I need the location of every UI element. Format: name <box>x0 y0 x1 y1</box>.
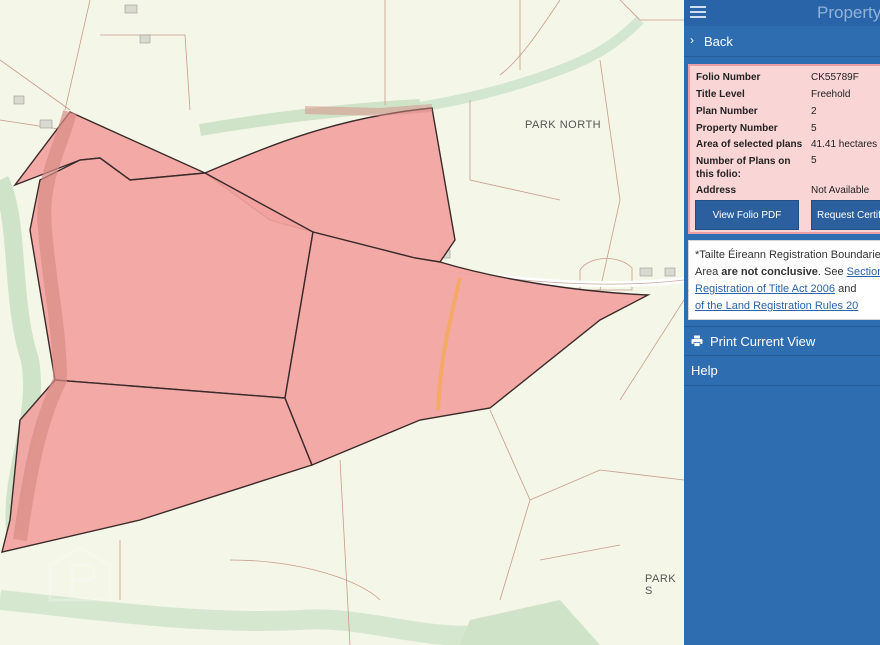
plan-number-label: Plan Number <box>696 106 758 117</box>
area-value: 41.41 hectares <box>811 139 878 150</box>
printer-icon <box>691 335 703 347</box>
disclaimer-text: . See <box>817 266 847 278</box>
plans-count-row: Number of Plans on this folio: 5 <box>696 155 880 185</box>
print-current-view-button[interactable]: Print Current View <box>684 328 880 356</box>
request-certificate-button[interactable]: Request Certif <box>811 200 880 230</box>
registration-act-link[interactable]: Registration of Title Act 2006 <box>695 283 835 295</box>
place-label-park-north: PARK NORTH <box>525 119 602 131</box>
back-label: Back <box>704 34 733 49</box>
folio-number-label: Folio Number <box>696 72 761 83</box>
disclaimer-line-3: Registration of Title Act 2006 and <box>695 281 880 298</box>
divider <box>684 326 880 327</box>
disclaimer-line-4: of the Land Registration Rules 20 <box>695 298 880 315</box>
help-label: Help <box>691 363 718 378</box>
disclaimer-box: *Tailte Éireann Registration Boundaries … <box>688 240 880 320</box>
plans-count-value: 5 <box>811 155 817 166</box>
disclaimer-bold: are not conclusive <box>721 266 818 278</box>
print-label: Print Current View <box>710 334 816 349</box>
folio-number-value: CK55789F <box>811 72 859 83</box>
property-number-label: Property Number <box>696 123 778 134</box>
address-label: Address <box>696 185 737 196</box>
panel-header: Property <box>684 0 880 26</box>
disclaimer-line-2: Area are not conclusive. See Section <box>695 264 880 281</box>
plan-number-value: 2 <box>811 106 817 117</box>
disclaimer-line-1: *Tailte Éireann Registration Boundaries <box>695 249 880 261</box>
section-link[interactable]: Section <box>847 266 880 278</box>
title-level-value: Freehold <box>811 89 851 100</box>
folio-info-box: Folio Number CK55789F Title Level Freeho… <box>688 64 880 234</box>
property-panel: Property › Back Folio Number CK55789F Ti… <box>684 0 880 645</box>
title-level-label: Title Level <box>696 89 745 100</box>
help-menu-item[interactable]: Help <box>684 357 880 385</box>
hamburger-icon[interactable] <box>690 4 706 18</box>
address-value: Not Available <box>811 185 870 196</box>
view-folio-pdf-button[interactable]: View Folio PDF <box>695 200 799 230</box>
back-button[interactable]: › Back <box>684 26 880 57</box>
land-registration-rules-link[interactable]: of the Land Registration Rules 20 <box>695 300 858 312</box>
map-view[interactable]: PARK NORTH PARK S <box>0 0 684 645</box>
property-number-value: 5 <box>811 123 817 134</box>
area-label: Area of selected plans <box>696 139 803 150</box>
place-label-park-south: PARK S <box>645 573 677 597</box>
chevron-right-icon: › <box>690 33 694 47</box>
plans-count-label: Number of Plans on this folio: <box>696 156 791 180</box>
divider <box>684 385 880 386</box>
disclaimer-text: and <box>835 283 857 295</box>
divider <box>684 355 880 356</box>
map-canvas[interactable] <box>0 0 684 645</box>
disclaimer-text: Area <box>695 266 722 278</box>
panel-title: Property <box>817 3 880 22</box>
